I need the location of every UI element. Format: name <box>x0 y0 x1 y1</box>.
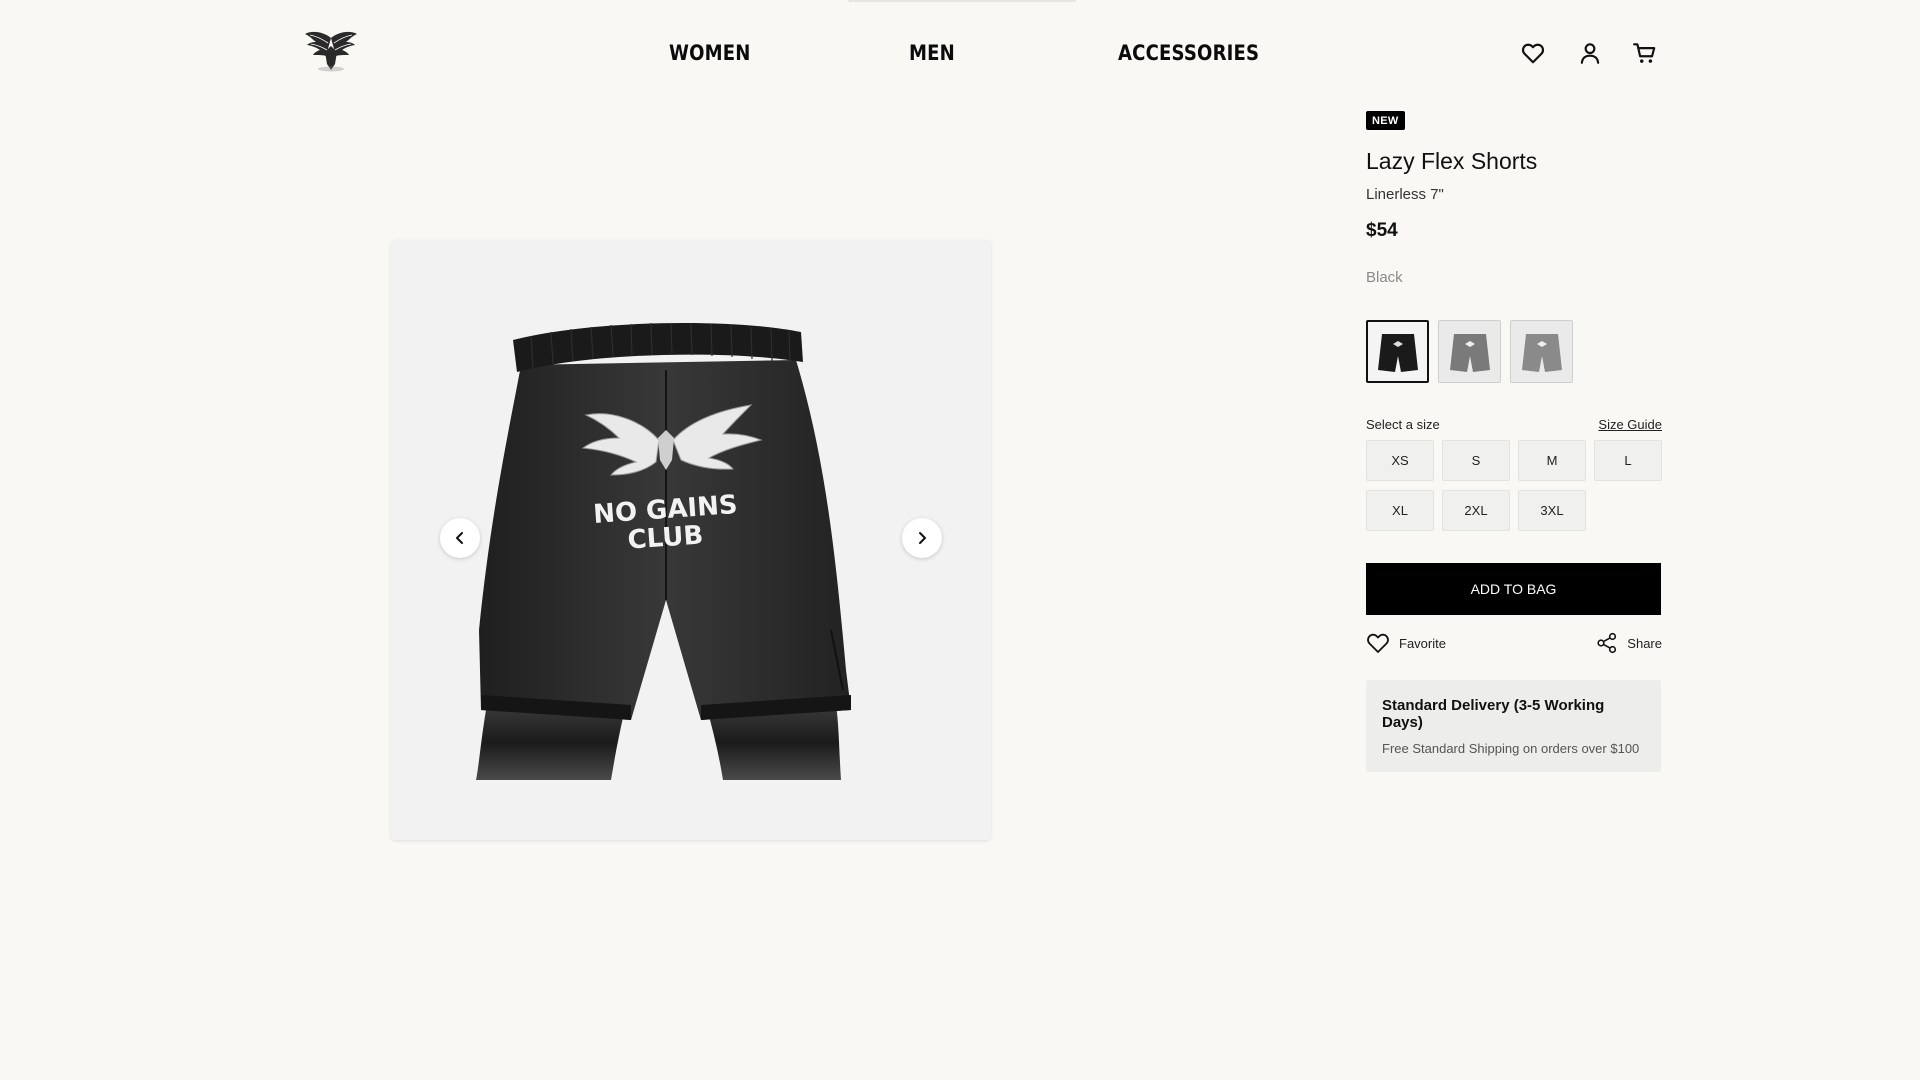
size-button-xs[interactable]: XS <box>1366 440 1434 481</box>
size-button-xl[interactable]: XL <box>1366 490 1434 531</box>
swatch-grey[interactable] <box>1438 320 1501 383</box>
size-button-3xl[interactable]: 3XL <box>1518 490 1586 531</box>
shorts-thumbnail-icon <box>1521 333 1562 372</box>
cart-icon[interactable] <box>1632 40 1658 66</box>
size-button-l[interactable]: L <box>1594 440 1662 481</box>
nav-accessories[interactable]: ACCESSORIES <box>1118 41 1259 65</box>
new-badge: NEW <box>1366 111 1405 130</box>
product-info: NEW Lazy Flex Shorts Linerless 7" $54 Bl… <box>1366 111 1662 772</box>
gallery-next-button[interactable] <box>902 518 942 558</box>
nav-men[interactable]: MEN <box>909 41 955 65</box>
swatch-black[interactable] <box>1366 320 1429 383</box>
add-to-bag-button[interactable]: ADD TO BAG <box>1366 563 1661 615</box>
size-guide-link[interactable]: Size Guide <box>1598 417 1662 432</box>
delivery-text: Free Standard Shipping on orders over $1… <box>1382 741 1640 756</box>
product-price: $54 <box>1366 220 1398 241</box>
select-size-label: Select a size <box>1366 417 1440 432</box>
product-image: NO GAINS CLUB <box>476 322 851 780</box>
top-tab-indicator <box>848 0 1076 2</box>
chevron-left-icon <box>456 532 463 544</box>
shorts-thumbnail-icon <box>1377 333 1418 372</box>
nav-women[interactable]: WOMEN <box>669 41 751 65</box>
product-subtitle: Linerless 7" <box>1366 186 1444 203</box>
product-title: Lazy Flex Shorts <box>1366 148 1538 174</box>
user-icon[interactable] <box>1577 40 1603 66</box>
swatch-light-grey[interactable] <box>1510 320 1573 383</box>
size-grid: XS S M L XL 2XL 3XL <box>1366 440 1662 531</box>
product-gallery: NO GAINS CLUB <box>391 240 991 840</box>
share-button[interactable]: Share <box>1596 632 1662 654</box>
shorts-thumbnail-icon <box>1449 333 1490 372</box>
size-button-m[interactable]: M <box>1518 440 1586 481</box>
favorite-label: Favorite <box>1399 635 1446 651</box>
heart-icon[interactable] <box>1520 40 1546 66</box>
share-icon <box>1597 632 1617 654</box>
delivery-info: Standard Delivery (3-5 Working Days) Fre… <box>1366 680 1661 772</box>
size-button-s[interactable]: S <box>1442 440 1510 481</box>
favorite-button[interactable]: Favorite <box>1366 632 1446 654</box>
selected-color-name: Black <box>1366 269 1403 286</box>
size-button-2xl[interactable]: 2XL <box>1442 490 1510 531</box>
delivery-title: Standard Delivery (3-5 Working Days) <box>1382 697 1605 731</box>
gallery-prev-button[interactable] <box>440 518 480 558</box>
share-label: Share <box>1627 635 1662 651</box>
color-swatches <box>1366 320 1662 383</box>
heart-icon <box>1367 633 1389 653</box>
chevron-right-icon <box>919 532 926 544</box>
print-text-line2: CLUB <box>627 520 705 555</box>
